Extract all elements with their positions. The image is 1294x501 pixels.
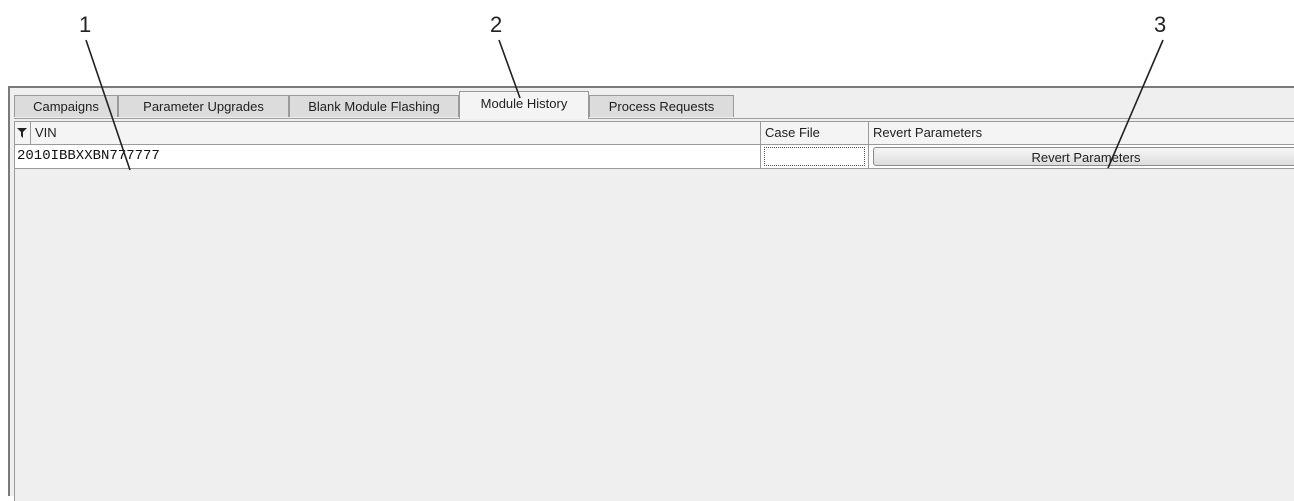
tab-parameter-upgrades[interactable]: Parameter Upgrades: [118, 95, 289, 117]
revert-cell: Revert Parameters: [869, 145, 1294, 168]
module-history-table: VIN Case File Revert Parameters 2010IBBX…: [14, 121, 1294, 501]
tab-module-history[interactable]: Module History: [459, 91, 589, 119]
tab-process-requests[interactable]: Process Requests: [589, 95, 734, 117]
callout-2: 2: [490, 12, 503, 37]
column-header-revert-parameters[interactable]: Revert Parameters: [869, 122, 1294, 144]
column-header-vin[interactable]: VIN: [31, 122, 761, 144]
tab-campaigns[interactable]: Campaigns: [14, 95, 118, 117]
case-file-cell[interactable]: [761, 145, 869, 168]
table-header: VIN Case File Revert Parameters: [15, 121, 1294, 145]
column-header-case-file[interactable]: Case File: [761, 122, 869, 144]
tab-strip-divider: [14, 118, 1294, 119]
table-row[interactable]: 2010IBBXXBN777777 Revert Parameters: [15, 145, 1294, 169]
callout-1: 1: [79, 12, 92, 37]
callout-3: 3: [1154, 12, 1167, 37]
revert-parameters-button[interactable]: Revert Parameters: [873, 147, 1294, 166]
case-file-focus-box: [764, 147, 865, 166]
tab-blank-module-flashing[interactable]: Blank Module Flashing: [289, 95, 459, 117]
tab-strip: Campaigns Parameter Upgrades Blank Modul…: [14, 91, 1294, 119]
module-history-window: Campaigns Parameter Upgrades Blank Modul…: [8, 86, 1294, 501]
filter-icon[interactable]: [15, 122, 31, 144]
vin-cell[interactable]: 2010IBBXXBN777777: [15, 145, 761, 168]
